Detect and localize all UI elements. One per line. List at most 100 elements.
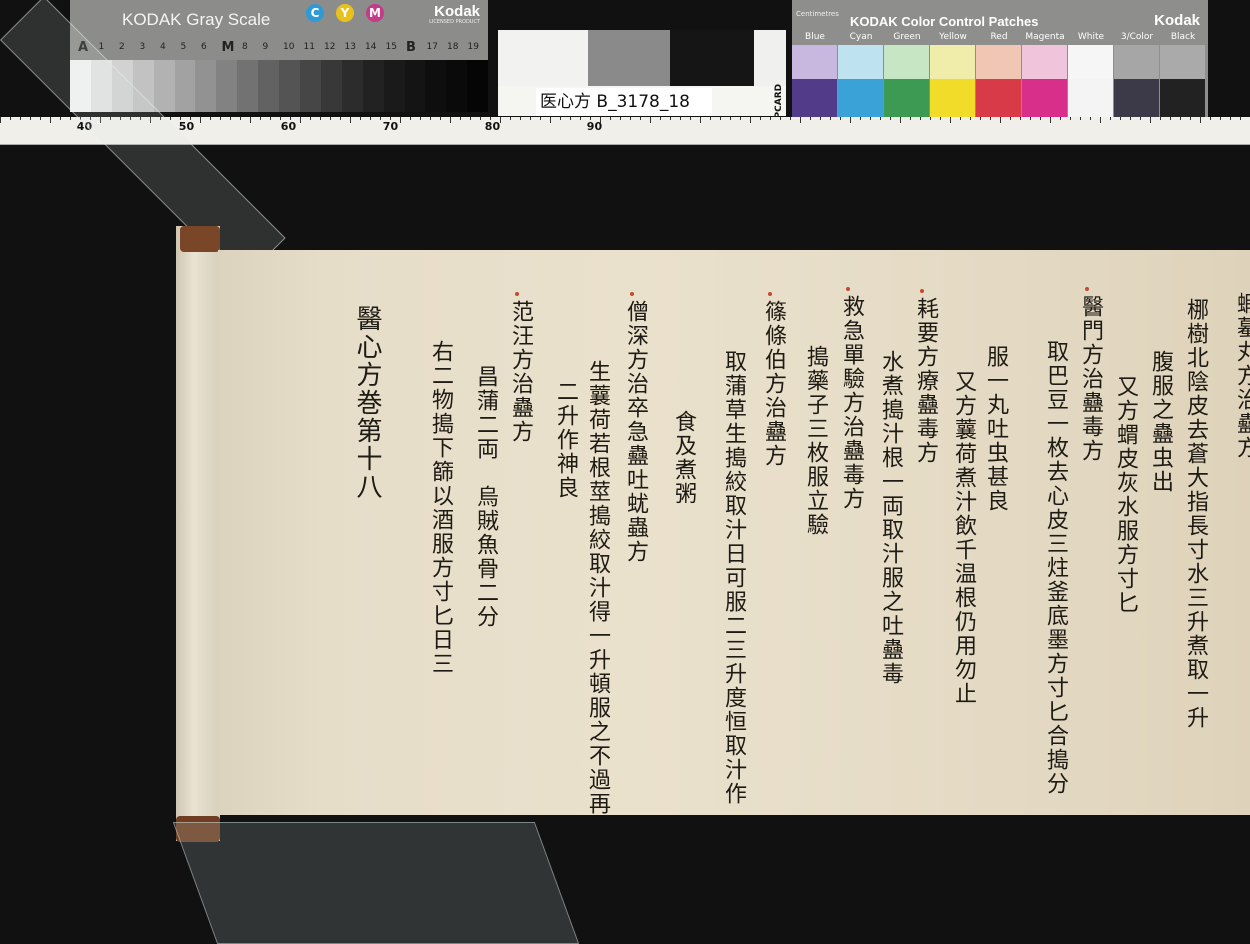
manuscript-column: 昌蒲二両 烏賊魚骨二分 [473,365,498,629]
red-heading-mark [768,292,772,296]
gray-scale-label: 1 [98,42,105,52]
color-patch-light [792,45,837,79]
gray-scale-label: 17 [426,42,438,52]
kodak-logo: Kodak [434,3,480,20]
gray-scale-label: 6 [201,42,207,52]
manuscript-column: 醫門方治蠱毒方 [1078,295,1103,463]
ruler-tick [1080,117,1081,120]
manuscript-column: 取蒲草生搗絞取汁日可服二三升度恒取汁作 [721,350,746,806]
patch-label-red: Red [990,32,1008,42]
ruler-tick [250,117,251,123]
ruler-tick [1190,117,1191,120]
ruler-tick [400,117,401,123]
ruler-tick [720,117,721,120]
ruler-tick [690,117,691,120]
ruler-tick [930,117,931,120]
ruler-tick [40,117,41,120]
ruler-tick [710,117,711,120]
manuscript-column: 服一丸吐虫甚良 [983,345,1008,513]
licensed-label: LICENSED PRODUCT [429,19,480,25]
manuscript-column: 范汪方治蠱方 [508,300,533,444]
ruler-tick [1030,117,1031,120]
gray-scale-label: 18 [447,42,459,52]
gray-card-title: KODAK Gray Scale [122,10,271,29]
ruler-tick [840,117,841,120]
ruler-tick [600,117,601,123]
ruler-tick [670,117,671,120]
color-patch-dark [976,79,1021,117]
qp-card: 医心方 B_3178_18 QPCARD [498,30,786,126]
gray-scale-label: 9 [262,42,269,52]
ruler-tick [20,117,21,120]
ruler-tick [950,117,951,123]
ruler-tick [1040,117,1041,120]
ruler-major-label: 80 [484,120,501,133]
ruler-tick [50,117,51,123]
ruler-major-label: 50 [178,120,195,133]
ruler-tick [1230,117,1231,120]
ruler-tick [210,117,211,120]
manuscript-column: 梛樹北陰皮去蒼大指長寸水三升煮取一升 [1183,298,1208,730]
ruler-tick [910,117,911,120]
ruler-tick [340,117,341,120]
manuscript-column: 生蘘荷若根莖搗絞取汁得一升頓服之不過再 [585,360,610,816]
color-patch-light [1068,45,1113,79]
ruler-tick [650,117,651,123]
color-patch-light [976,45,1021,79]
patch-label-green: Green [893,32,921,42]
gray-scale-label: 4 [160,42,166,52]
ruler-tick [440,117,441,120]
ruler-tick [1060,117,1061,120]
ruler-tick [1050,117,1051,123]
ruler-tick [10,117,11,120]
ruler-tick [770,117,771,120]
manuscript-column: 蝦蟇丸方治蠱方 [1233,292,1250,460]
roller-end-top [180,226,220,252]
specimen-label: 医心方 B_3178_18 [536,88,712,116]
color-card-title: KODAK Color Control Patches [850,14,1039,29]
ruler-tick [860,117,861,120]
ruler-tick [540,117,541,120]
ruler-tick [240,117,241,120]
ruler-tick [970,117,971,120]
gray-scale-label: 15 [385,42,397,52]
kodak-color-card: Centimetres KODAK Color Control Patches … [792,0,1208,117]
manuscript-column: 搗藥子三枚服立驗 [803,345,828,537]
ruler-tick [330,117,331,120]
ruler-tick [1180,117,1181,120]
ruler-tick [490,117,491,120]
ruler-major-label: 70 [382,120,399,133]
manuscript-column: 醫心方巻第十八 [352,305,382,501]
red-heading-mark [1085,287,1089,291]
patch-label-white: White [1077,32,1105,42]
ruler-tick [980,117,981,120]
ruler-tick [500,117,501,123]
color-patch-dark [1114,79,1159,117]
color-patch-light [1160,45,1205,79]
ruler-tick [1070,117,1071,120]
ruler-major-label: 60 [280,120,297,133]
centimetres-label: Centimetres [796,10,839,18]
color-patch-dark [792,79,837,117]
red-heading-mark [920,289,924,293]
ruler-tick [70,117,71,120]
manuscript-column: 僧深方治卒急蠱吐蚘蟲方 [623,300,648,564]
ruler-tick [350,117,351,123]
red-heading-mark [630,292,634,296]
gray-scale-label: 19 [467,42,479,52]
ruler-tick [190,117,191,120]
ruler-tick [1090,117,1091,120]
gray-scale-label: 10 [283,42,295,52]
ruler-tick [570,117,571,120]
ruler-tick [280,117,281,120]
patch-label-black: Black [1170,32,1196,42]
ruler-tick [740,117,741,120]
ruler-tick [620,117,621,120]
manuscript-column: 腹服之蠱虫出 [1148,350,1173,494]
manuscript-column: 水煮搗汁根一両取汁服之吐蠱毒 [878,350,903,686]
ruler-tick [290,117,291,120]
ruler-tick [470,117,471,120]
color-patch-dark [1160,79,1205,117]
ruler-tick [940,117,941,120]
kodak-logo: Kodak [1154,12,1200,29]
